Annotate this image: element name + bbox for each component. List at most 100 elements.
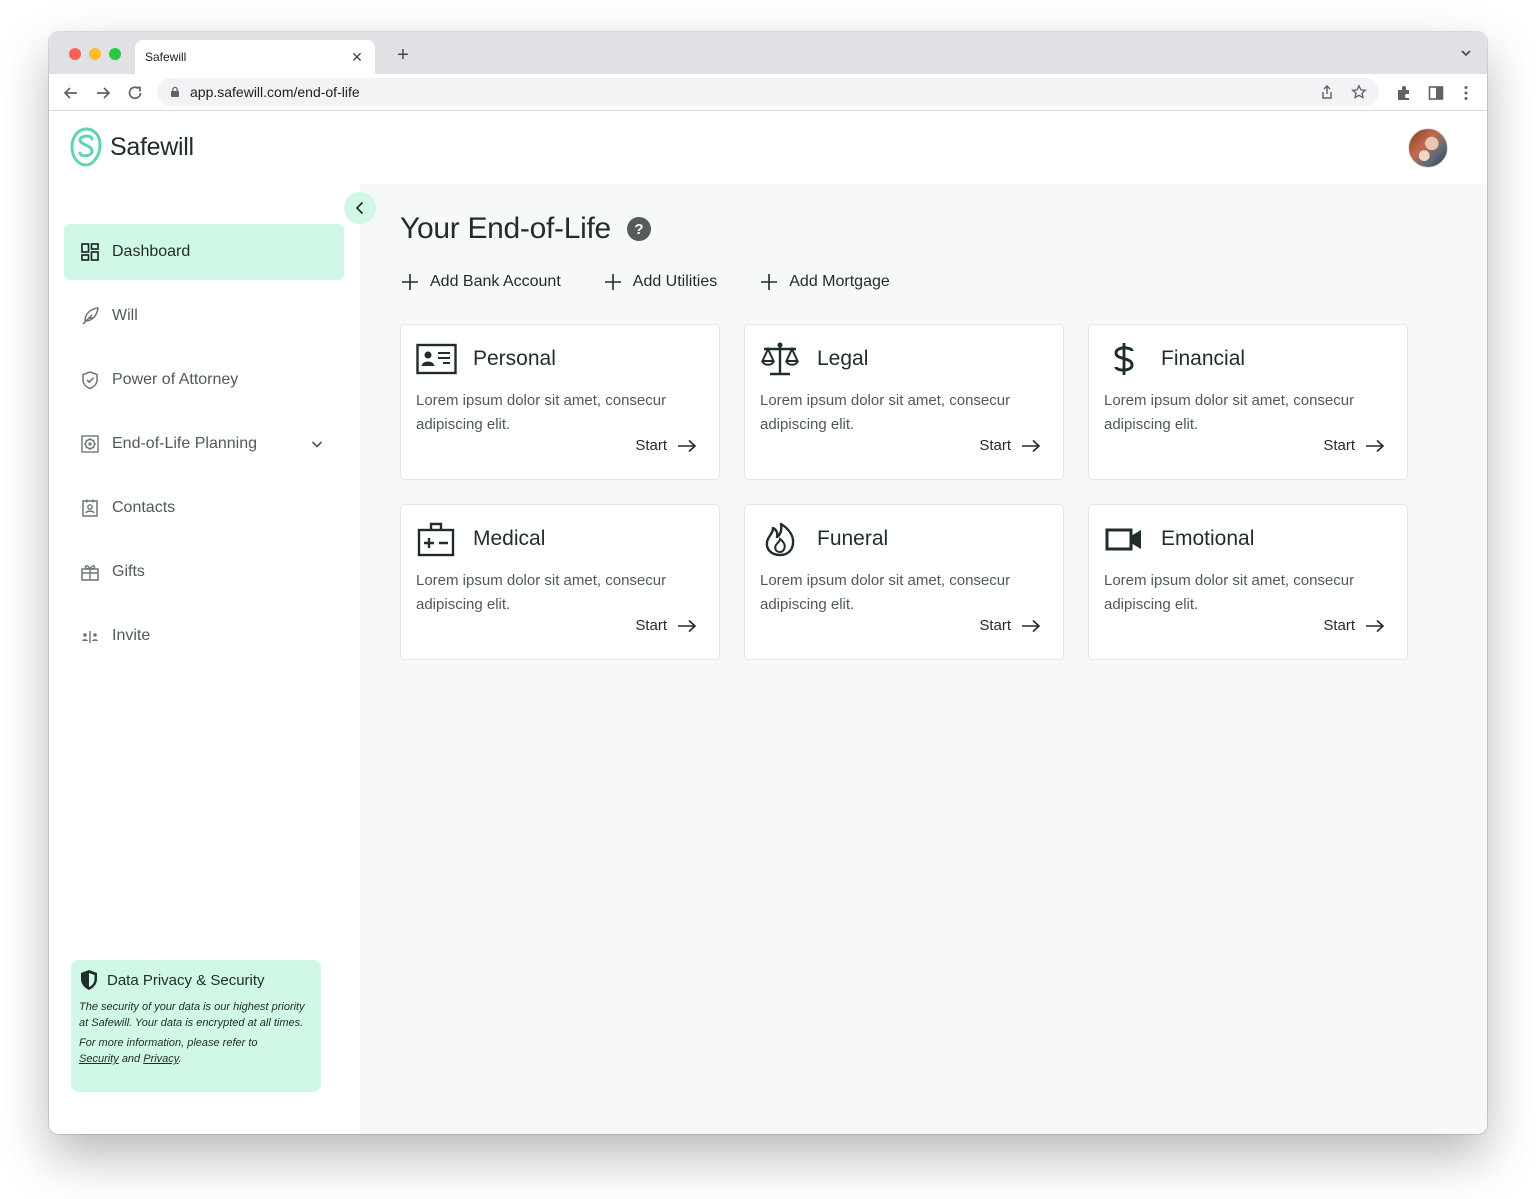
settings-square-icon xyxy=(81,435,99,453)
start-label: Start xyxy=(1323,437,1355,454)
tab-title: Safewill xyxy=(145,50,187,64)
start-button[interactable]: Start xyxy=(635,617,697,634)
app-header: Safewill xyxy=(49,111,1487,184)
sidebar-item-contacts[interactable]: Contacts xyxy=(64,480,344,536)
feather-icon xyxy=(82,307,99,325)
sidebar: Dashboard Will Power of Attorney End-of-… xyxy=(49,184,360,1134)
plus-icon xyxy=(761,274,778,290)
bookmark-star-icon[interactable] xyxy=(1351,84,1367,100)
privacy-refer-text: For more information, please refer to Sec… xyxy=(79,1035,313,1067)
card-financial[interactable]: Financial Lorem ipsum dolor sit amet, co… xyxy=(1088,324,1408,480)
card-legal[interactable]: Legal Lorem ipsum dolor sit amet, consec… xyxy=(744,324,1064,480)
shield-check-icon xyxy=(82,371,98,390)
sidebar-item-label: Invite xyxy=(112,627,151,644)
privacy-header: Data Privacy & Security xyxy=(79,969,313,991)
scales-icon xyxy=(760,342,800,376)
tab-search-chevron-icon[interactable] xyxy=(1459,46,1473,60)
arrow-right-icon xyxy=(1366,619,1385,632)
start-button[interactable]: Start xyxy=(979,437,1041,454)
card-funeral[interactable]: Funeral Lorem ipsum dolor sit amet, cons… xyxy=(744,504,1064,660)
add-mortgage-button[interactable]: Add Mortgage xyxy=(759,272,890,292)
new-tab-button[interactable]: + xyxy=(393,44,413,67)
card-title: Funeral xyxy=(817,527,889,550)
sidebar-item-label: Contacts xyxy=(112,499,176,516)
extensions-puzzle-icon[interactable] xyxy=(1395,84,1413,102)
card-header: Medical xyxy=(416,521,545,557)
window-controls xyxy=(69,48,121,60)
card-description: Lorem ipsum dolor sit amet, consecur adi… xyxy=(416,572,667,613)
start-label: Start xyxy=(979,437,1011,454)
collapse-sidebar-button[interactable] xyxy=(344,192,376,224)
start-label: Start xyxy=(979,617,1011,634)
arrow-right-icon xyxy=(1366,439,1385,452)
back-arrow-icon[interactable] xyxy=(61,83,81,103)
arrow-right-icon xyxy=(1022,439,1041,452)
sidebar-item-dashboard[interactable]: Dashboard xyxy=(64,224,344,280)
privacy-notice: Data Privacy & Security The security of … xyxy=(71,960,321,1092)
app-root: Safewill Dashboard Will Power of Attorne… xyxy=(49,111,1487,1134)
action-label: Add Mortgage xyxy=(789,273,890,290)
medical-kit-icon xyxy=(417,522,455,557)
side-panel-icon[interactable] xyxy=(1427,84,1445,102)
sidebar-nav: Dashboard Will Power of Attorney End-of-… xyxy=(64,224,344,672)
dashboard-icon xyxy=(81,243,99,261)
start-button[interactable]: Start xyxy=(979,617,1041,634)
brand-name: Safewill xyxy=(110,132,194,161)
add-utilities-button[interactable]: Add Utilities xyxy=(603,272,717,292)
share-icon[interactable] xyxy=(1319,84,1335,100)
action-label: Add Utilities xyxy=(632,273,718,290)
close-window-button[interactable] xyxy=(69,48,81,60)
sidebar-item-gifts[interactable]: Gifts xyxy=(64,544,344,600)
privacy-text: The security of your data is our highest… xyxy=(79,1001,305,1029)
main-content: Your End-of-Life ? Add Bank Account Add … xyxy=(360,184,1487,1134)
card-description: Lorem ipsum dolor sit amet, consecur adi… xyxy=(416,392,667,433)
chevron-down-icon[interactable] xyxy=(310,437,324,451)
browser-window: Safewill ✕ + app.safewill.com/end-of-lif… xyxy=(49,32,1487,1134)
dollar-icon xyxy=(1114,343,1134,375)
arrow-right-icon xyxy=(678,439,697,452)
add-bank-account-button[interactable]: Add Bank Account xyxy=(400,272,561,292)
browser-tab[interactable]: Safewill ✕ xyxy=(135,40,375,74)
forward-arrow-icon[interactable] xyxy=(93,83,113,103)
page-title-row: Your End-of-Life ? xyxy=(400,212,651,246)
security-link[interactable]: Security xyxy=(79,1053,119,1065)
gift-icon xyxy=(81,565,99,581)
maximize-window-button[interactable] xyxy=(109,48,121,60)
logo[interactable]: Safewill xyxy=(70,127,194,167)
card-header: Emotional xyxy=(1104,521,1254,557)
address-bar[interactable]: app.safewill.com/end-of-life xyxy=(157,78,1379,106)
minimize-window-button[interactable] xyxy=(89,48,101,60)
help-icon[interactable]: ? xyxy=(626,217,651,241)
card-title: Legal xyxy=(817,347,869,370)
start-button[interactable]: Start xyxy=(1323,437,1385,454)
card-medical[interactable]: Medical Lorem ipsum dolor sit amet, cons… xyxy=(400,504,720,660)
sidebar-item-power-of-attorney[interactable]: Power of Attorney xyxy=(64,352,344,408)
more-vert-icon[interactable] xyxy=(1457,84,1475,102)
url-text: app.safewill.com/end-of-life xyxy=(190,84,360,100)
start-button[interactable]: Start xyxy=(635,437,697,454)
video-camera-icon xyxy=(1105,528,1141,551)
card-header: Legal xyxy=(760,341,868,377)
card-description: Lorem ipsum dolor sit amet, consecur adi… xyxy=(760,392,1011,433)
card-header: Personal xyxy=(416,341,556,377)
user-avatar[interactable] xyxy=(1408,128,1448,168)
id-card-icon xyxy=(416,343,457,375)
sidebar-item-will[interactable]: Will xyxy=(64,288,344,344)
invite-people-icon xyxy=(82,631,98,643)
sidebar-item-label: End-of-Life Planning xyxy=(112,435,257,452)
card-title: Personal xyxy=(473,347,556,370)
sidebar-item-end-of-life-planning[interactable]: End-of-Life Planning xyxy=(64,416,344,472)
sidebar-item-invite[interactable]: Invite xyxy=(64,608,344,664)
card-emotional[interactable]: Emotional Lorem ipsum dolor sit amet, co… xyxy=(1088,504,1408,660)
card-title: Financial xyxy=(1161,347,1246,370)
start-button[interactable]: Start xyxy=(1323,617,1385,634)
card-personal[interactable]: Personal Lorem ipsum dolor sit amet, con… xyxy=(400,324,720,480)
privacy-period: . xyxy=(178,1053,182,1065)
reload-icon[interactable] xyxy=(125,83,145,103)
tab-close-icon[interactable]: ✕ xyxy=(349,49,365,66)
arrow-right-icon xyxy=(1022,619,1041,632)
card-title: Emotional xyxy=(1161,527,1255,550)
tab-strip: Safewill ✕ + xyxy=(49,32,1487,74)
privacy-link[interactable]: Privacy xyxy=(143,1053,178,1065)
start-label: Start xyxy=(635,437,667,454)
